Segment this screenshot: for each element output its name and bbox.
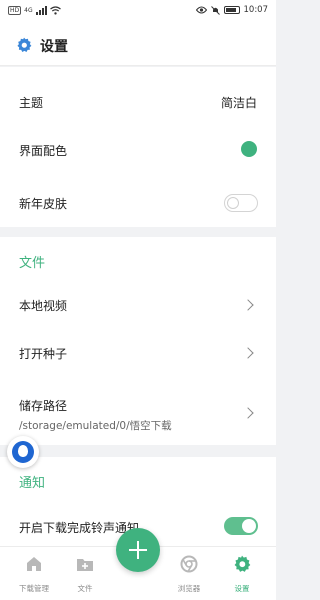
nav-browser[interactable]: 浏览器 [164,555,214,594]
carrier-badge: HD [8,6,22,15]
theme-row[interactable]: 主题 简洁白 [0,67,276,119]
nav-label: 浏览器 [177,584,201,593]
gear-icon [234,555,251,572]
status-right: 10:07 [195,5,269,15]
skin-label: 新年皮肤 [19,197,68,211]
local-video-row[interactable]: 本地视频 [0,281,276,329]
status-time: 10:07 [243,5,269,15]
storage-path-value: /storage/emulated/0/悟空下载 [19,420,172,432]
open-seed-label: 打开种子 [19,347,68,361]
status-left: HD 4G [8,6,61,15]
appearance-card: 主题 简洁白 界面配色 新年皮肤 [0,67,276,227]
folder-add-icon [77,559,93,571]
color-swatch[interactable] [241,141,257,157]
home-icon [27,557,41,571]
battery-icon [223,6,240,14]
nav-files[interactable]: 文件 [60,555,110,594]
open-seed-row[interactable]: 打开种子 [0,329,276,377]
page-title: 设置 [40,39,68,55]
page-header: 设置 [0,22,276,66]
wifi-icon [49,6,61,15]
download-complete-label: 开启下载完成铃声通知 [19,521,140,535]
local-video-label: 本地视频 [19,299,68,313]
nav-label: 文件 [77,584,93,593]
mute-icon [210,5,220,15]
toggle-knob [242,519,256,533]
theme-label: 主题 [19,96,44,110]
network-type: 4G [24,7,33,14]
storage-label: 储存路径 [19,399,68,413]
toggle-knob [227,196,239,209]
eye-icon [195,6,207,14]
color-label: 界面配色 [19,144,68,158]
nav-download-manager[interactable]: 下载管理 [9,555,59,594]
notify-section-title: 通知 [19,476,46,491]
chevron-right-icon [242,407,254,419]
sim-signal-icon [35,6,47,15]
plus-icon-stroke [137,541,139,559]
status-bar: HD 4G 10:07 [0,0,276,22]
files-card: 文件 本地视频 打开种子 储存路径 /storage/emulated/0/悟空… [0,237,276,445]
color-row[interactable]: 界面配色 [0,119,276,171]
chevron-right-icon [242,299,254,311]
skin-row[interactable]: 新年皮肤 [0,171,276,227]
files-section-title: 文件 [19,256,46,271]
nav-settings[interactable]: 设置 [217,555,267,594]
storage-path-row[interactable]: 储存路径 /storage/emulated/0/悟空下载 [0,377,276,441]
nav-label: 下载管理 [19,584,49,593]
chevron-right-icon [242,347,254,359]
nav-label: 设置 [234,584,250,593]
floating-assistant-button[interactable] [7,436,39,468]
download-complete-toggle[interactable] [224,517,258,535]
theme-value: 简洁白 [220,96,257,110]
skin-toggle[interactable] [224,194,258,212]
browser-icon [180,555,198,573]
add-button[interactable] [116,528,160,572]
gear-icon [17,37,32,52]
assistant-icon [12,441,34,463]
